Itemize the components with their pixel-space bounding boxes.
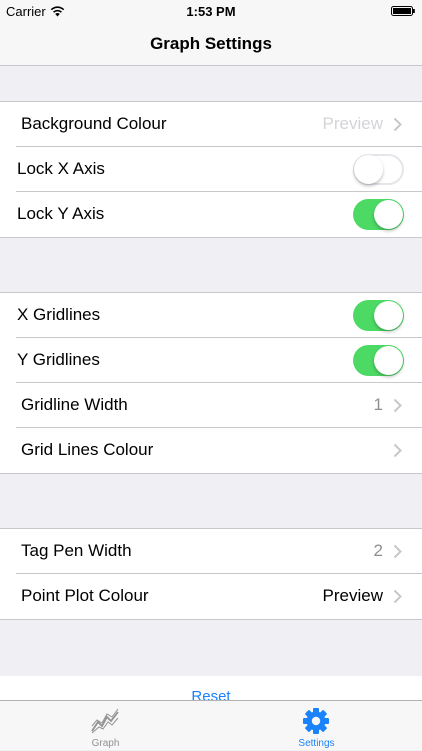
- x-gridlines-label: X Gridlines: [17, 305, 101, 324]
- status-time: 1:53 PM: [186, 4, 236, 19]
- grid-lines-colour-row[interactable]: Grid Lines Colour: [16, 428, 422, 473]
- tag-pen-width-label: Tag Pen Width: [21, 541, 132, 560]
- lock-y-axis-label: Lock Y Axis: [17, 204, 105, 223]
- toggle-knob: [374, 301, 403, 330]
- gridline-width-value: 1: [373, 395, 383, 414]
- settings-group-axes: Background Colour Preview Lock X Axis Lo…: [0, 101, 422, 238]
- chevron-right-icon: [393, 398, 402, 413]
- chevron-right-icon: [393, 117, 402, 132]
- x-gridlines-toggle[interactable]: [353, 300, 404, 331]
- chevron-right-icon: [393, 443, 402, 458]
- graph-icon: [91, 708, 119, 734]
- y-gridlines-toggle[interactable]: [353, 345, 404, 376]
- settings-group-gridlines: X Gridlines Y Gridlines Gridline Width 1…: [0, 292, 422, 474]
- tab-settings-label: Settings: [298, 738, 335, 749]
- lock-x-axis-label: Lock X Axis: [17, 159, 105, 178]
- tab-bar: Graph Settings: [0, 700, 422, 750]
- settings-group-plotting: Tag Pen Width 2 Point Plot Colour Previe…: [0, 528, 422, 620]
- gridline-width-label: Gridline Width: [21, 395, 128, 414]
- grid-lines-colour-label: Grid Lines Colour: [21, 440, 154, 459]
- lock-y-axis-toggle[interactable]: [353, 199, 404, 230]
- point-plot-colour-value: Preview: [322, 586, 383, 605]
- toggle-knob: [354, 155, 383, 184]
- chevron-right-icon: [393, 544, 402, 559]
- battery-icon: [391, 6, 415, 16]
- tab-graph[interactable]: Graph: [0, 701, 211, 751]
- x-gridlines-row: X Gridlines: [16, 293, 422, 338]
- lock-x-axis-toggle[interactable]: [353, 154, 404, 185]
- background-colour-row[interactable]: Background Colour Preview: [16, 102, 422, 147]
- navigation-bar: Graph Settings: [0, 22, 422, 66]
- chevron-right-icon: [393, 589, 402, 604]
- reset-row: Reset: [0, 676, 422, 700]
- tab-graph-label: Graph: [91, 738, 120, 749]
- gear-icon: [303, 708, 329, 734]
- lock-y-axis-row: Lock Y Axis: [16, 192, 422, 237]
- point-plot-colour-row[interactable]: Point Plot Colour Preview: [16, 574, 422, 619]
- gridline-width-row[interactable]: Gridline Width 1: [16, 383, 422, 428]
- y-gridlines-row: Y Gridlines: [16, 338, 422, 383]
- tag-pen-width-row[interactable]: Tag Pen Width 2: [16, 529, 422, 574]
- background-colour-label: Background Colour: [21, 114, 167, 133]
- toggle-knob: [374, 200, 403, 229]
- lock-x-axis-row: Lock X Axis: [16, 147, 422, 192]
- y-gridlines-label: Y Gridlines: [17, 350, 100, 369]
- page-title: Graph Settings: [150, 34, 272, 53]
- tab-settings[interactable]: Settings: [211, 701, 422, 751]
- status-bar: Carrier 1:53 PM: [0, 0, 422, 22]
- point-plot-colour-label: Point Plot Colour: [21, 586, 149, 605]
- toggle-knob: [374, 346, 403, 375]
- tag-pen-width-value: 2: [373, 541, 383, 560]
- background-colour-value: Preview: [322, 114, 383, 133]
- reset-button[interactable]: Reset: [0, 688, 422, 700]
